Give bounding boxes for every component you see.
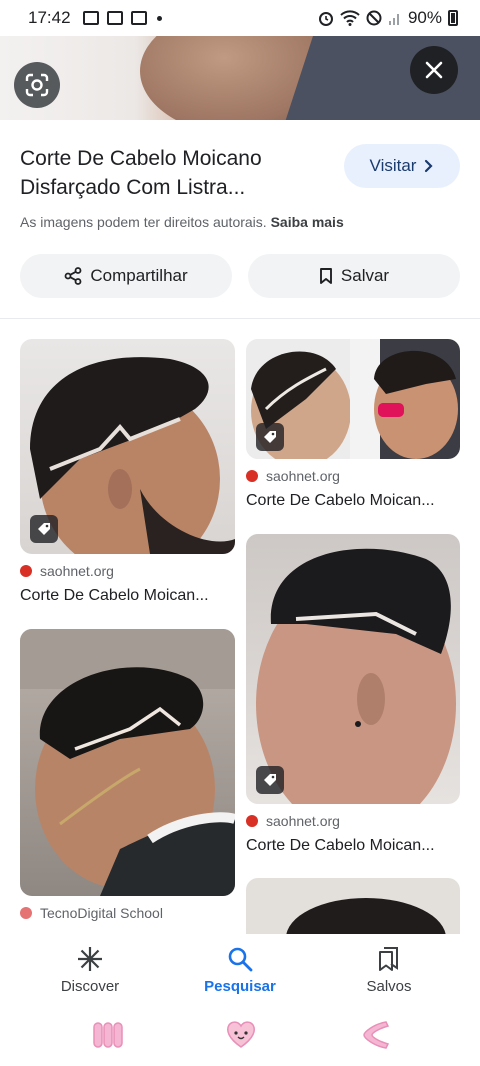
source-favicon <box>20 565 32 577</box>
result-image-5[interactable] <box>246 878 460 934</box>
share-label: Compartilhar <box>90 266 188 285</box>
nav-label: Discover <box>60 978 120 995</box>
product-tag-badge <box>256 766 284 794</box>
haircut-photo-4 <box>20 629 235 896</box>
app-notification-icon <box>106 11 123 25</box>
share-button[interactable]: Compartilhar <box>20 254 232 298</box>
recent-apps-icon[interactable] <box>92 1020 124 1050</box>
tag-icon <box>264 431 276 443</box>
bookmark-icon <box>319 268 332 284</box>
result-source-4: TecnoDigital School <box>20 905 163 921</box>
save-button[interactable]: Salvar <box>248 254 460 298</box>
alarm-icon <box>318 12 333 26</box>
battery-percent: 90% <box>407 8 442 27</box>
do-not-disturb-icon <box>366 10 382 26</box>
chevron-right-icon <box>425 159 434 173</box>
app-notification-icon-2 <box>130 11 147 25</box>
nav-label: Pesquisar <box>204 978 276 995</box>
visit-button[interactable]: Visitar <box>344 144 460 188</box>
search-icon <box>228 947 253 972</box>
tag-icon <box>38 523 50 535</box>
result-image-2[interactable] <box>246 339 460 459</box>
copyright-text: As imagens podem ter direitos autorais. <box>20 214 267 230</box>
learn-more-link[interactable]: Saiba mais <box>271 214 344 230</box>
signal-icon <box>388 14 399 25</box>
source-name: saohnet.org <box>266 468 340 484</box>
source-name: saohnet.org <box>266 813 340 829</box>
source-favicon <box>20 907 32 919</box>
nav-discover[interactable]: Discover <box>30 946 150 995</box>
nav-saved[interactable]: Salvos <box>329 946 449 995</box>
battery-icon <box>448 10 458 26</box>
result-image-4[interactable] <box>20 629 235 896</box>
source-favicon <box>246 470 258 482</box>
result-caption-2[interactable]: Corte De Cabelo Moican... <box>246 492 460 510</box>
status-time: 17:42 <box>28 8 71 27</box>
tag-icon <box>264 774 276 786</box>
result-source-3: saohnet.org <box>246 813 340 829</box>
asterisk-icon <box>78 947 102 971</box>
visit-label: Visitar <box>369 156 417 175</box>
bottom-navigation: Discover Pesquisar Salvos <box>0 934 480 1006</box>
result-source-2: saohnet.org <box>246 468 340 484</box>
bookmarks-icon <box>379 947 398 971</box>
product-tag-badge <box>30 515 58 543</box>
status-bar: 17:42 90% <box>0 0 480 36</box>
nav-search[interactable]: Pesquisar <box>180 946 300 995</box>
system-navigation-bar <box>0 1006 480 1066</box>
haircut-photo-5 <box>286 898 446 934</box>
source-name: saohnet.org <box>40 563 114 579</box>
save-label: Salvar <box>340 266 390 285</box>
copyright-notice: As imagens podem ter direitos autorais. … <box>20 214 344 230</box>
section-divider <box>0 318 480 319</box>
result-source-1: saohnet.org <box>20 563 114 579</box>
more-notifications-icon <box>156 15 162 21</box>
selected-image-preview[interactable] <box>0 36 480 120</box>
share-icon <box>64 267 82 285</box>
source-favicon <box>246 815 258 827</box>
result-caption-1[interactable]: Corte De Cabelo Moican... <box>20 587 235 605</box>
product-tag-badge <box>256 423 284 451</box>
result-image-3[interactable] <box>246 534 460 804</box>
nav-label: Salvos <box>366 978 412 995</box>
google-lens-button[interactable] <box>14 62 60 108</box>
home-icon[interactable] <box>224 1018 258 1050</box>
result-caption-3[interactable]: Corte De Cabelo Moican... <box>246 837 460 855</box>
result-image-1[interactable] <box>20 339 235 554</box>
gallery-notification-icon <box>82 11 99 25</box>
image-title: Corte De Cabelo Moicano Disfarçado Com L… <box>20 147 262 199</box>
haircut-photo-3 <box>256 548 456 804</box>
lens-icon <box>25 73 49 97</box>
back-icon[interactable] <box>360 1018 392 1052</box>
close-icon <box>425 61 443 79</box>
close-button[interactable] <box>410 46 458 94</box>
wifi-icon <box>340 10 360 26</box>
source-name: TecnoDigital School <box>40 905 163 921</box>
